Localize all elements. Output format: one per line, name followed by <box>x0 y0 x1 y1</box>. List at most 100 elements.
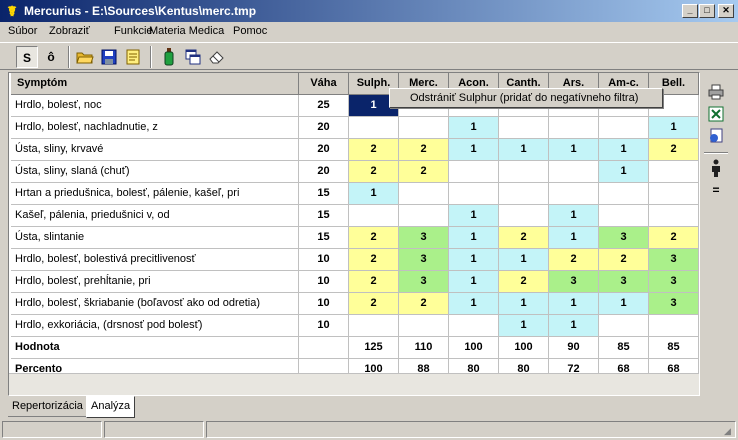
grade-cell[interactable]: 2 <box>549 249 599 271</box>
tab-repertorization[interactable]: Repertorizácia <box>8 397 87 417</box>
grade-cell[interactable]: 1 <box>599 161 649 183</box>
grade-cell[interactable]: 2 <box>349 161 399 183</box>
menu-help[interactable]: Pomoc <box>233 25 267 37</box>
grade-cell[interactable]: 2 <box>399 161 449 183</box>
grade-cell[interactable] <box>499 117 549 139</box>
grade-cell[interactable]: 3 <box>649 293 699 315</box>
grade-cell[interactable]: 3 <box>399 227 449 249</box>
grade-cell[interactable]: 1 <box>549 315 599 337</box>
grade-cell[interactable]: 3 <box>399 249 449 271</box>
symptom-name[interactable]: Ústa, slintanie <box>11 227 299 249</box>
grade-cell[interactable] <box>599 205 649 227</box>
grade-cell[interactable] <box>399 183 449 205</box>
export-icon[interactable] <box>706 126 726 146</box>
grade-cell[interactable]: 3 <box>599 227 649 249</box>
grade-cell[interactable] <box>549 161 599 183</box>
grade-cell[interactable]: 2 <box>499 227 549 249</box>
menu-view[interactable]: Zobraziť <box>49 25 90 37</box>
resize-grip-icon[interactable]: ◢ <box>724 426 736 438</box>
grade-cell[interactable]: 1 <box>599 293 649 315</box>
grade-cell[interactable] <box>599 183 649 205</box>
grade-cell[interactable]: 1 <box>499 249 549 271</box>
grade-cell[interactable]: 1 <box>449 139 499 161</box>
eraser-icon[interactable] <box>206 46 228 68</box>
symptom-weight[interactable]: 10 <box>299 271 349 293</box>
symptom-weight[interactable]: 10 <box>299 249 349 271</box>
symptom-name[interactable]: Kašeľ, pálenia, priedušnici v, od <box>11 205 299 227</box>
grade-cell[interactable] <box>649 315 699 337</box>
grade-cell[interactable]: 3 <box>399 271 449 293</box>
note-icon[interactable] <box>122 46 144 68</box>
grade-cell[interactable] <box>399 117 449 139</box>
person-icon[interactable] <box>706 158 726 178</box>
grade-cell[interactable] <box>399 205 449 227</box>
grade-cell[interactable]: 1 <box>449 293 499 315</box>
grade-cell[interactable]: 3 <box>549 271 599 293</box>
toggle-o-button[interactable]: ô <box>40 46 62 68</box>
grade-cell[interactable]: 1 <box>449 205 499 227</box>
symptom-weight[interactable]: 20 <box>299 139 349 161</box>
grade-cell[interactable] <box>449 161 499 183</box>
symptom-weight[interactable]: 15 <box>299 183 349 205</box>
symptom-name[interactable]: Ústa, sliny, slaná (chuť) <box>11 161 299 183</box>
grade-cell[interactable]: 1 <box>649 117 699 139</box>
grade-cell[interactable] <box>549 117 599 139</box>
grade-cell[interactable]: 2 <box>399 293 449 315</box>
grade-cell[interactable]: 2 <box>349 271 399 293</box>
grade-cell[interactable] <box>649 183 699 205</box>
grade-cell[interactable] <box>499 161 549 183</box>
symptom-name[interactable]: Hrdlo, bolesť, prehĺtanie, pri <box>11 271 299 293</box>
symptom-weight[interactable]: 10 <box>299 315 349 337</box>
grade-cell[interactable]: 2 <box>349 249 399 271</box>
grade-cell[interactable]: 1 <box>449 271 499 293</box>
symptom-name[interactable]: Hrdlo, bolesť, bolestivá precitlivenosť <box>11 249 299 271</box>
equals-button[interactable]: = <box>706 180 726 200</box>
symptom-weight[interactable]: 15 <box>299 227 349 249</box>
symptom-weight[interactable]: 25 <box>299 95 349 117</box>
grade-cell[interactable]: 3 <box>599 271 649 293</box>
grade-cell[interactable]: 1 <box>599 139 649 161</box>
grade-cell[interactable] <box>349 315 399 337</box>
grade-cell[interactable]: 2 <box>649 139 699 161</box>
grade-cell[interactable] <box>449 315 499 337</box>
menu-functions[interactable]: Funkcie <box>114 25 153 37</box>
symptom-weight[interactable]: 10 <box>299 293 349 315</box>
excel-icon[interactable] <box>706 104 726 124</box>
symptom-name[interactable]: Hrdlo, bolesť, nachladnutie, z <box>11 117 299 139</box>
repertorization-grid[interactable]: Symptóm Váha Sulph. Merc. Acon. Canth. Ars. Am-… <box>8 72 700 396</box>
symptom-name[interactable]: Hrtan a priedušnica, bolesť, pálenie, ka… <box>11 183 299 205</box>
symptom-name[interactable]: Hrdlo, exkoriácia, (drsnosť pod bolesť) <box>11 315 299 337</box>
grade-cell[interactable] <box>599 117 649 139</box>
grade-cell[interactable]: 3 <box>649 249 699 271</box>
grade-cell[interactable]: 1 <box>449 227 499 249</box>
grade-cell[interactable]: 1 <box>449 117 499 139</box>
grade-cell[interactable]: 2 <box>499 271 549 293</box>
toggle-s-button[interactable]: S <box>16 46 38 68</box>
grade-cell[interactable]: 2 <box>399 139 449 161</box>
grade-cell[interactable]: 2 <box>599 249 649 271</box>
grade-cell[interactable]: 1 <box>549 293 599 315</box>
grade-cell[interactable]: 1 <box>499 315 549 337</box>
grade-cell[interactable] <box>649 161 699 183</box>
symptom-weight[interactable]: 15 <box>299 205 349 227</box>
context-menu-remove-sulphur[interactable]: Odstrániť Sulphur (pridať do negatívneho… <box>410 92 638 104</box>
grade-cell[interactable] <box>449 183 499 205</box>
grade-cell[interactable] <box>349 205 399 227</box>
tab-analysis[interactable]: Analýza <box>86 396 136 418</box>
grade-cell[interactable]: 1 <box>499 139 549 161</box>
windows-icon[interactable] <box>182 46 204 68</box>
column-header-symptom[interactable]: Symptóm <box>11 73 299 95</box>
grade-cell[interactable]: 2 <box>349 227 399 249</box>
grade-cell[interactable]: 1 <box>549 205 599 227</box>
menu-materia-medica[interactable]: Materia Medica <box>149 25 224 37</box>
grade-cell[interactable] <box>499 183 549 205</box>
symptom-weight[interactable]: 20 <box>299 117 349 139</box>
save-disk-icon[interactable] <box>98 46 120 68</box>
grade-cell[interactable]: 1 <box>499 293 549 315</box>
grade-cell[interactable]: 2 <box>649 227 699 249</box>
column-header-weight[interactable]: Váha <box>299 73 349 95</box>
grade-cell[interactable] <box>649 205 699 227</box>
menu-file[interactable]: Súbor <box>8 25 37 37</box>
maximize-button[interactable]: □ <box>699 4 715 18</box>
close-button[interactable]: ✕ <box>718 4 734 18</box>
